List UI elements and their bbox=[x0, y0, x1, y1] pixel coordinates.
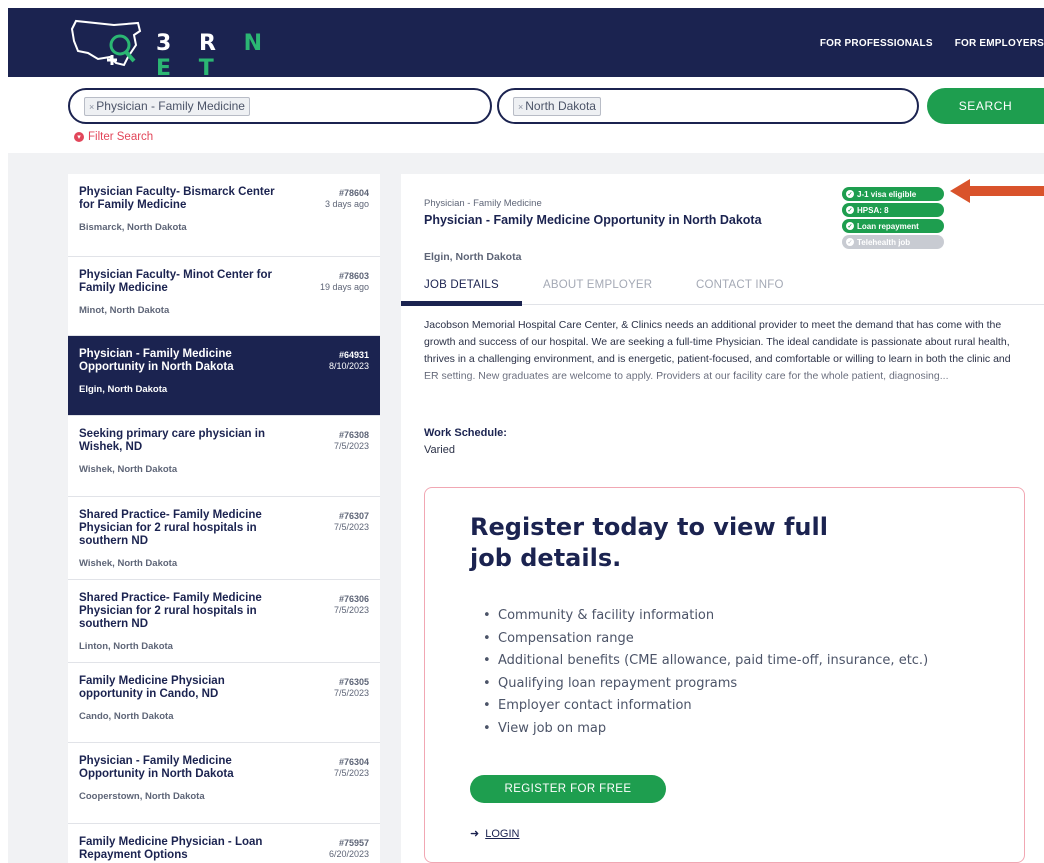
job-meta: #76307 7/5/2023 bbox=[333, 511, 369, 532]
login-arrow-icon: ➜ bbox=[470, 828, 480, 840]
logo-text: 3 R N E T bbox=[156, 31, 272, 81]
job-meta: #76306 7/5/2023 bbox=[333, 594, 369, 615]
badge-hpsa: ✓ HPSA: 8 bbox=[842, 203, 944, 217]
usa-map-logo-icon bbox=[70, 19, 142, 67]
login-label: LOGIN bbox=[485, 827, 520, 840]
job-title: Shared Practice- Family Medicine Physici… bbox=[79, 509, 262, 547]
check-circle-icon: ✓ bbox=[846, 206, 854, 214]
location-tag[interactable]: × North Dakota bbox=[513, 97, 601, 116]
job-detail-panel: Physician - Family Medicine Physician - … bbox=[401, 174, 1044, 863]
red-arrow-pointer-icon bbox=[950, 179, 1044, 203]
check-circle-icon: ✓ bbox=[846, 238, 854, 246]
work-schedule-label: Work Schedule: bbox=[424, 427, 507, 439]
register-title: Register today to view full job details. bbox=[470, 513, 828, 572]
job-location: Elgin, North Dakota bbox=[79, 384, 168, 395]
remove-tag-icon[interactable]: × bbox=[89, 102, 94, 112]
list-item: View job on map bbox=[483, 721, 928, 744]
list-item[interactable]: Shared Practice- Family Medicine Physici… bbox=[68, 497, 380, 580]
job-location: Bismarck, North Dakota bbox=[79, 222, 187, 233]
job-location: Wishek, North Dakota bbox=[79, 558, 178, 569]
job-location: Minot, North Dakota bbox=[79, 305, 170, 316]
check-circle-icon: ✓ bbox=[846, 222, 854, 230]
tab-about-employer[interactable]: ABOUT EMPLOYER bbox=[543, 276, 652, 305]
job-detail-title: Physician - Family Medicine Opportunity … bbox=[424, 213, 762, 227]
tab-contact-info[interactable]: CONTACT INFO bbox=[696, 276, 784, 305]
register-for-free-button[interactable]: REGISTER FOR FREE bbox=[470, 775, 666, 803]
detail-tabs: JOB DETAILS ABOUT EMPLOYER CONTACT INFO bbox=[401, 276, 1044, 306]
job-title: Family Medicine Physician - Loan Repayme… bbox=[79, 836, 263, 861]
top-nav: FOR PROFESSIONALS FOR EMPLOYERS bbox=[820, 38, 1044, 49]
register-benefits-list: Community & facility information Compens… bbox=[483, 608, 928, 743]
remove-tag-icon[interactable]: × bbox=[518, 102, 523, 112]
job-title: Physician - Family Medicine Opportunity … bbox=[79, 348, 234, 373]
tab-job-details[interactable]: JOB DETAILS bbox=[401, 276, 522, 306]
list-item: Additional benefits (CME allowance, paid… bbox=[483, 653, 928, 676]
job-category: Physician - Family Medicine bbox=[424, 198, 542, 209]
list-item[interactable]: Physician - Family Medicine Opportunity … bbox=[68, 743, 380, 824]
badge-j1-visa: ✓ J-1 visa eligible bbox=[842, 187, 944, 201]
job-meta: #76304 7/5/2023 bbox=[333, 757, 369, 778]
site-header: 3 R N E T FOR PROFESSIONALS FOR EMPLOYER… bbox=[8, 8, 1044, 81]
job-meta: #64931 8/10/2023 bbox=[328, 350, 369, 371]
specialty-tag[interactable]: × Physician - Family Medicine bbox=[84, 97, 250, 116]
job-badges: ✓ J-1 visa eligible ✓ HPSA: 8 ✓ Loan repaym… bbox=[842, 187, 944, 251]
specialty-search-input[interactable]: × Physician - Family Medicine bbox=[68, 88, 492, 124]
list-item[interactable]: Physician Faculty- Minot Center for Fami… bbox=[68, 257, 380, 336]
job-title: Seeking primary care physician in Wishek… bbox=[79, 428, 265, 453]
list-item[interactable]: Physician Faculty- Bismarck Center for F… bbox=[68, 174, 380, 257]
job-location: Wishek, North Dakota bbox=[79, 464, 178, 475]
job-meta: #78604 3 days ago bbox=[324, 188, 369, 209]
description-fade bbox=[401, 364, 1044, 404]
list-item: Employer contact information bbox=[483, 698, 928, 721]
badge-telehealth: ✓ Telehealth job bbox=[842, 235, 944, 249]
nav-for-employers[interactable]: FOR EMPLOYERS bbox=[955, 38, 1044, 49]
job-location: Linton, North Dakota bbox=[79, 641, 173, 652]
list-item[interactable]: Shared Practice- Family Medicine Physici… bbox=[68, 580, 380, 663]
job-location: Cando, North Dakota bbox=[79, 711, 174, 722]
register-card: Register today to view full job details.… bbox=[424, 487, 1025, 863]
list-item-selected[interactable]: Physician - Family Medicine Opportunity … bbox=[68, 336, 380, 416]
job-location: Cooperstown, North Dakota bbox=[79, 791, 205, 802]
job-meta: #76305 7/5/2023 bbox=[333, 677, 369, 698]
job-title: Shared Practice- Family Medicine Physici… bbox=[79, 592, 262, 630]
list-item[interactable]: Seeking primary care physician in Wishek… bbox=[68, 416, 380, 497]
job-meta: #75957 6/20/2023 bbox=[328, 838, 369, 859]
job-title: Physician Faculty- Minot Center for Fami… bbox=[79, 269, 272, 294]
job-title: Physician - Family Medicine Opportunity … bbox=[79, 755, 234, 780]
work-schedule-value: Varied bbox=[424, 444, 455, 456]
job-meta: #76308 7/5/2023 bbox=[333, 430, 369, 451]
job-title: Family Medicine Physician opportunity in… bbox=[79, 675, 225, 700]
list-item: Community & facility information bbox=[483, 608, 928, 631]
filter-search-link[interactable]: ▾ Filter Search bbox=[74, 131, 153, 143]
list-item[interactable]: Family Medicine Physician - Loan Repayme… bbox=[68, 824, 380, 863]
job-meta: #78603 19 days ago bbox=[319, 271, 369, 292]
list-item[interactable]: Family Medicine Physician opportunity in… bbox=[68, 663, 380, 743]
job-list: Physician Faculty- Bismarck Center for F… bbox=[68, 174, 380, 863]
list-item: Qualifying loan repayment programs bbox=[483, 676, 928, 699]
nav-for-professionals[interactable]: FOR PROFESSIONALS bbox=[820, 38, 933, 49]
search-button[interactable]: SEARCH bbox=[927, 88, 1044, 124]
list-item: Compensation range bbox=[483, 631, 928, 654]
filter-icon: ▾ bbox=[74, 132, 84, 142]
check-circle-icon: ✓ bbox=[846, 190, 854, 198]
filter-search-label: Filter Search bbox=[88, 131, 154, 143]
login-link[interactable]: ➜ LOGIN bbox=[470, 827, 520, 841]
logo[interactable]: 3 R N E T bbox=[68, 17, 298, 81]
badge-loan-repayment: ✓ Loan repayment bbox=[842, 219, 944, 233]
job-title: Physician Faculty- Bismarck Center for F… bbox=[79, 186, 275, 211]
job-detail-location: Elgin, North Dakota bbox=[424, 251, 522, 263]
location-search-input[interactable]: × North Dakota bbox=[497, 88, 919, 124]
